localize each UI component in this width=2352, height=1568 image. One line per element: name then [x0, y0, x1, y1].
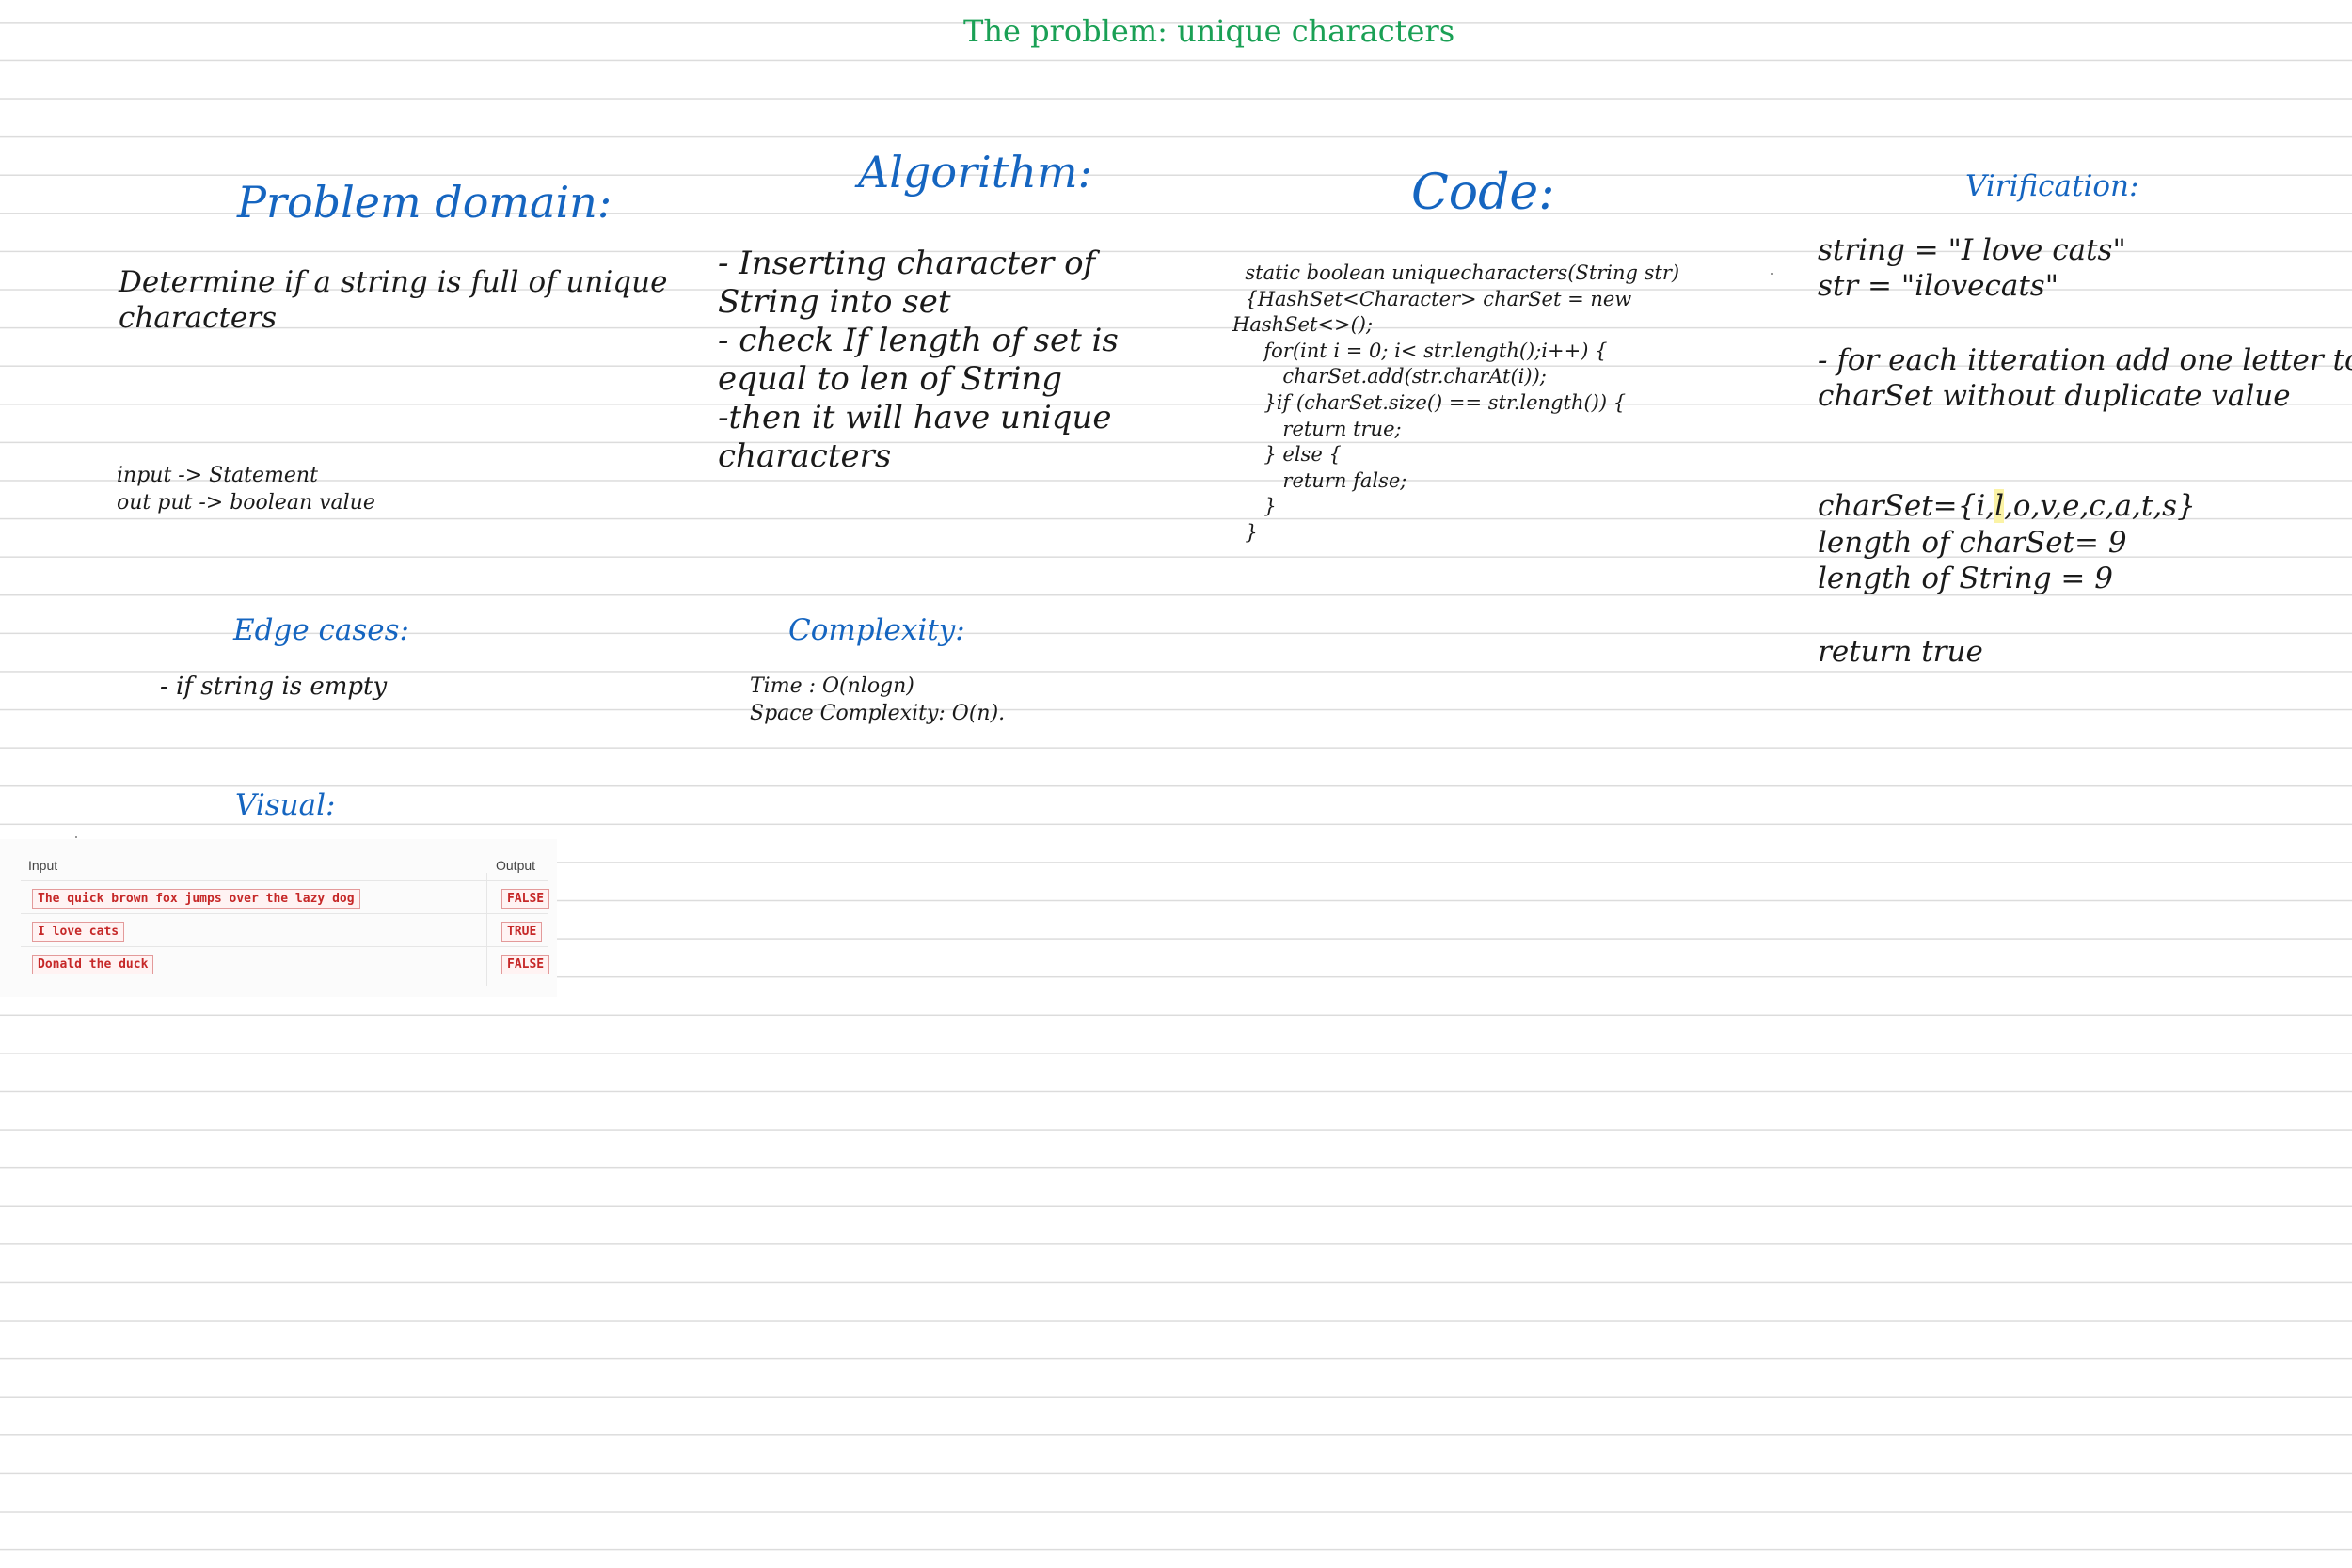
- problem-domain-description: Determine if a string is full of unique …: [119, 265, 668, 335]
- problem-domain-io: input -> Statement out put -> boolean va…: [117, 464, 375, 515]
- code-block: static boolean uniquecharacters(String s…: [1232, 261, 1680, 544]
- charset-highlighted-letter: l: [1994, 489, 2005, 523]
- verification-charset: charSet={i,l,o,v,e,c,a,t,s}: [1818, 488, 2196, 524]
- input-value: Donald the duck: [32, 955, 154, 974]
- output-value: TRUE: [501, 922, 543, 942]
- verification-lengths: length of charSet= 9 length of String = …: [1818, 526, 2127, 595]
- edge-cases-heading: Edge cases:: [233, 613, 409, 647]
- table-row: Donald the duck FALSE: [21, 946, 550, 980]
- algorithm-steps: - Inserting character of String into set…: [718, 245, 1119, 475]
- algorithm-heading: Algorithm:: [858, 147, 1093, 198]
- charset-prefix: charSet={i,: [1818, 489, 1995, 523]
- page-title: The problem: unique characters: [963, 13, 1455, 49]
- verification-result: return true: [1818, 635, 1983, 669]
- input-value: The quick brown fox jumps over the lazy …: [32, 889, 360, 909]
- visual-heading: Visual:: [235, 788, 336, 822]
- complexity-heading: Complexity:: [788, 613, 965, 647]
- column-header-input: Input: [28, 858, 58, 873]
- column-header-output: Output: [496, 858, 536, 873]
- verification-iteration: - for each itteration add one letter to …: [1818, 343, 2352, 413]
- output-value: FALSE: [501, 955, 550, 974]
- edge-case-item: - if string is empty: [160, 673, 388, 701]
- verification-heading: Virification:: [1965, 169, 2139, 203]
- output-value: FALSE: [501, 889, 550, 909]
- visual-table: Input Output The quick brown fox jumps o…: [0, 839, 557, 997]
- complexity-body: Time : O(nlogn) Space Complexity: O(n).: [750, 674, 1006, 725]
- table-row: I love cats TRUE: [21, 913, 548, 947]
- table-row: The quick brown fox jumps over the lazy …: [21, 880, 550, 914]
- code-heading: Code:: [1411, 165, 1555, 221]
- problem-domain-heading: Problem domain:: [237, 177, 612, 228]
- charset-suffix: ,o,v,e,c,a,t,s}: [2004, 489, 2196, 523]
- verification-strings: string = "I love cats" str = "ilovecats": [1818, 233, 2126, 303]
- input-value: I love cats: [32, 922, 125, 942]
- stray-mark: [75, 836, 77, 838]
- stray-mark: [1771, 273, 1773, 275]
